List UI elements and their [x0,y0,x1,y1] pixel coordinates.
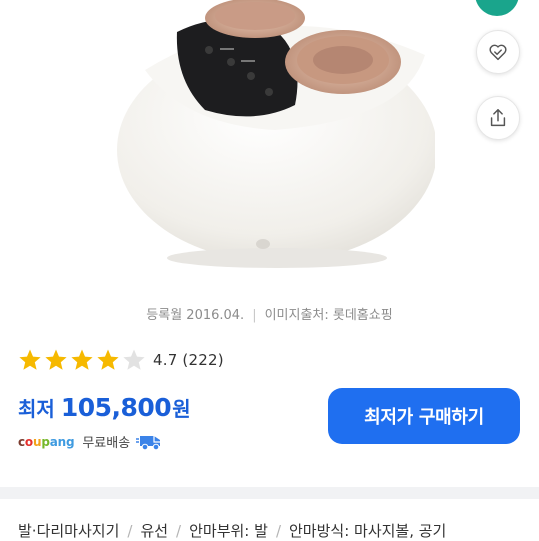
spec-separator: / [127,522,133,540]
separator: | [252,308,257,323]
coupang-logo: coupang [18,434,75,449]
price-unit: 원 [172,397,191,421]
wishlist-button[interactable] [476,30,520,74]
stars-icon [19,349,145,370]
free-shipping-text: 무료배송 [82,436,131,451]
star-rating [18,348,146,372]
product-image[interactable] [105,0,435,275]
spec-item: 안마방식: 마사지볼, 공기 [289,522,447,540]
spec-item: 발·다리마사지기 [18,522,120,540]
heart-check-icon [489,44,507,61]
rocket-delivery-icon [136,435,161,450]
spec-item: 안마부위: 발 [189,522,268,540]
registered-month: 등록월 2016.04. [146,308,245,323]
price-amount: 105,800 [60,393,172,422]
star-icon [123,349,145,370]
image-source: 이미지출처: 롯데홈쇼핑 [264,308,393,323]
shipping-info: coupang 무료배송 [18,432,166,451]
spec-separator: / [176,522,182,540]
teal-action-button[interactable] [475,0,519,16]
buy-lowest-price-button[interactable]: 최저가 구매하기 [328,388,520,444]
rating[interactable]: 4.7 (222) [18,348,224,372]
star-icon [45,349,67,370]
share-icon [490,109,506,127]
share-button[interactable] [476,96,520,140]
lowest-price: 최저 105,800 원 [18,393,191,422]
rating-score: 4.7 (222) [153,351,224,369]
product-image-area [0,0,539,292]
spec-item: 유선 [140,522,169,540]
price-label: 최저 [18,397,55,421]
star-icon [71,349,93,370]
spec-list: 발·다리마사지기 / 유선 / 안마부위: 발 / 안마방식: 마사지볼, 공기 [18,520,446,541]
spec-separator: / [275,522,281,540]
star-icon [19,349,41,370]
star-icon [97,349,119,370]
section-divider [0,487,539,499]
image-source-line: 등록월 2016.04. | 이미지출처: 롯데홈쇼핑 [0,304,539,323]
